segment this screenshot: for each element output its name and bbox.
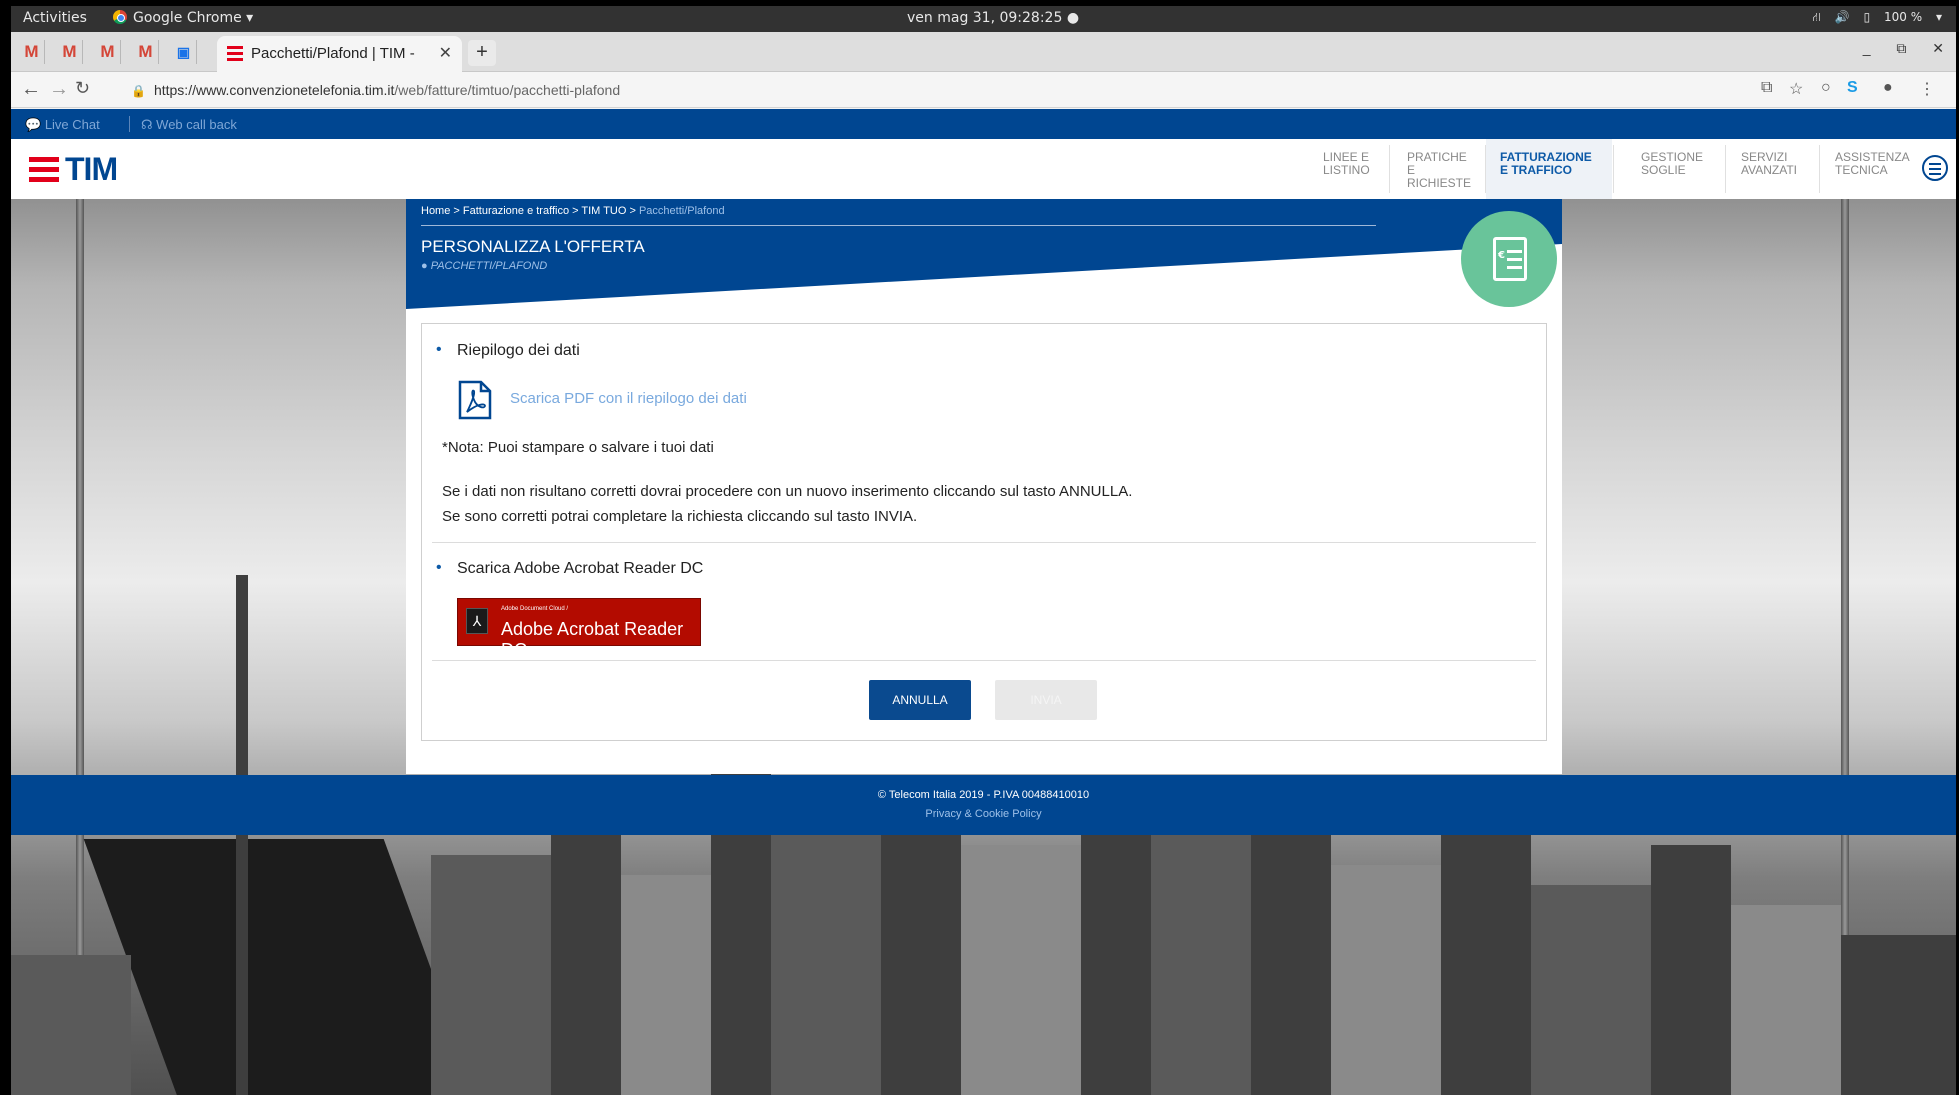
close-tab-icon[interactable]: ✕ xyxy=(439,43,452,63)
gmail-tab-icon[interactable]: M xyxy=(133,40,159,64)
main-content: Home > Fatturazione e traffico > TIM TUO… xyxy=(406,199,1562,774)
tab-active[interactable]: Pacchetti/Plafond | TIM - ✕ xyxy=(217,36,462,72)
send-button[interactable]: INVIA xyxy=(995,680,1097,720)
adobe-reader-download-button[interactable]: ⅄ Adobe Document Cloud / Adobe Acrobat R… xyxy=(457,598,701,660)
lock-icon: 🔒 xyxy=(131,84,146,98)
generic-tab-icon[interactable]: ▣ xyxy=(171,40,197,64)
invoice-badge: € xyxy=(1461,211,1557,307)
breadcrumb-path[interactable]: Home > Fatturazione e traffico > TIM TUO… xyxy=(421,205,639,217)
live-chat-link[interactable]: 💬 Live Chat xyxy=(25,117,100,133)
system-menu-arrow-icon: ▾ xyxy=(1935,10,1942,24)
nav-fatturazione-traffico[interactable]: FATTURAZIONE E TRAFFICO xyxy=(1486,139,1612,199)
chat-bubble-icon: 💬 xyxy=(25,117,42,132)
restore-icon[interactable]: ⧉ xyxy=(1896,40,1906,56)
clock[interactable]: ven mag 31, 09:28:25 ● xyxy=(907,10,1079,26)
skype-icon[interactable]: S xyxy=(1847,79,1858,97)
nav-pratiche-richieste[interactable]: PRATICHE E RICHIESTE xyxy=(1407,151,1477,190)
chrome-menu-icon[interactable]: ⋮ xyxy=(1919,79,1935,99)
note-text: *Nota: Puoi stampare o salvare i tuoi da… xyxy=(442,439,714,456)
page-banner: Home > Fatturazione e traffico > TIM TUO… xyxy=(406,199,1562,309)
gmail-tab-icon[interactable]: M xyxy=(57,40,83,64)
adobe-badge-small: Adobe Document Cloud / xyxy=(501,606,569,612)
url-field[interactable]: 🔒 https://www.convenzionetelefonia.tim.it… xyxy=(131,77,1731,103)
battery-level: 100 % xyxy=(1884,10,1923,24)
acrobat-icon: ⅄ xyxy=(466,608,488,634)
site-header: TIM LINEE E LISTINO PRATICHE E RICHIESTE… xyxy=(11,139,1956,199)
tab-title: Pacchetti/Plafond | TIM - xyxy=(251,45,415,62)
breadcrumb: Home > Fatturazione e traffico > TIM TUO… xyxy=(421,205,725,217)
privacy-link[interactable]: Privacy & Cookie Policy xyxy=(11,808,1956,820)
nav-assistenza-tecnica[interactable]: ASSISTENZA TECNICA xyxy=(1835,151,1919,177)
gmail-tab-icon[interactable]: M xyxy=(19,40,45,64)
web-page: 💬 Live Chat ☊ Web call back TIM LINEE E … xyxy=(11,109,1956,1095)
tim-logo-text: TIM xyxy=(65,151,118,187)
activities-button[interactable]: Activities xyxy=(23,10,87,26)
cancel-button[interactable]: ANNULLA xyxy=(869,680,971,720)
instructions: Se i dati non risultano corretti dovrai … xyxy=(442,479,1132,529)
nav-gestione-soglie[interactable]: GESTIONE SOGLIE xyxy=(1641,151,1715,177)
page-subtitle: ● PACCHETTI/PLAFOND xyxy=(421,260,548,272)
forward-icon[interactable]: → xyxy=(49,78,69,101)
instruction-line-1: Se i dati non risultano corretti dovrai … xyxy=(442,483,1133,500)
network-icon: ⛙ xyxy=(1812,10,1821,24)
instruction-line-2: Se sono corretti potrai completare la ri… xyxy=(442,508,918,525)
gmail-tab-icon[interactable]: M xyxy=(95,40,121,64)
minimize-icon[interactable]: _ xyxy=(1863,40,1871,56)
download-pdf-link[interactable]: Scarica PDF con il riepilogo dei dati xyxy=(510,390,747,407)
site-footer: © Telecom Italia 2019 - P.IVA 0048841001… xyxy=(11,775,1956,835)
nav-servizi-avanzati[interactable]: SERVIZI AVANZATI xyxy=(1741,151,1811,177)
tab-strip: M M M M ▣ Pacchetti/Plafond | TIM - ✕ + … xyxy=(11,32,1956,72)
profile-avatar-icon[interactable]: ● xyxy=(1883,79,1893,97)
battery-icon: ▯ xyxy=(1863,10,1871,24)
app-menu-label: Google Chrome ▾ xyxy=(133,10,254,26)
nav-linee-listino[interactable]: LINEE E LISTINO xyxy=(1323,151,1375,177)
os-top-bar: Activities Google Chrome ▾ ven mag 31, 0… xyxy=(11,6,1956,32)
system-tray[interactable]: ⛙ 🔊 ▯ 100 % ▾ xyxy=(1803,10,1942,26)
page-title: PERSONALIZZA L'OFFERTA xyxy=(421,237,645,256)
extension-circle-icon[interactable]: ○ xyxy=(1821,79,1831,97)
close-window-icon[interactable]: ✕ xyxy=(1932,40,1944,56)
volume-icon: 🔊 xyxy=(1834,10,1850,24)
app-menu[interactable]: Google Chrome ▾ xyxy=(113,10,253,26)
translate-icon[interactable]: ⧉ xyxy=(1761,79,1772,97)
headset-icon: ☊ xyxy=(141,117,153,132)
address-bar: ← → ↻ 🔒 https://www.convenzionetelefonia.… xyxy=(11,72,1956,108)
tim-favicon-icon xyxy=(227,46,243,62)
web-call-back-label: Web call back xyxy=(156,117,237,132)
chat-bar: 💬 Live Chat ☊ Web call back xyxy=(11,109,1956,139)
invoice-document-icon: € xyxy=(1493,237,1527,281)
hamburger-menu-icon[interactable] xyxy=(1922,155,1948,181)
window-controls: _ ⧉ ✕ xyxy=(1841,40,1944,57)
summary-panel: Riepilogo dei dati Scarica PDF con il ri… xyxy=(421,323,1547,741)
reload-icon[interactable]: ↻ xyxy=(75,78,90,99)
new-tab-button[interactable]: + xyxy=(468,40,496,66)
tim-logo-mark-icon xyxy=(29,157,59,182)
url-path: /web/fatture/timtuo/pacchetti-plafond xyxy=(394,82,621,98)
acrobat-heading: Scarica Adobe Acrobat Reader DC xyxy=(436,559,703,578)
adobe-badge-label: Adobe Acrobat Reader DC xyxy=(501,619,684,660)
pdf-icon[interactable] xyxy=(457,380,493,420)
url-host: https://www.convenzionetelefonia.tim.it xyxy=(153,82,395,98)
breadcrumb-current: Pacchetti/Plafond xyxy=(638,205,725,217)
web-call-back-link[interactable]: ☊ Web call back xyxy=(141,117,237,133)
live-chat-label: Live Chat xyxy=(44,117,100,132)
back-icon[interactable]: ← xyxy=(21,78,41,101)
summary-heading: Riepilogo dei dati xyxy=(436,341,580,360)
bookmark-star-icon[interactable]: ☆ xyxy=(1789,79,1803,99)
chrome-icon xyxy=(113,10,127,24)
copyright-text: © Telecom Italia 2019 - P.IVA 0048841001… xyxy=(877,789,1090,801)
